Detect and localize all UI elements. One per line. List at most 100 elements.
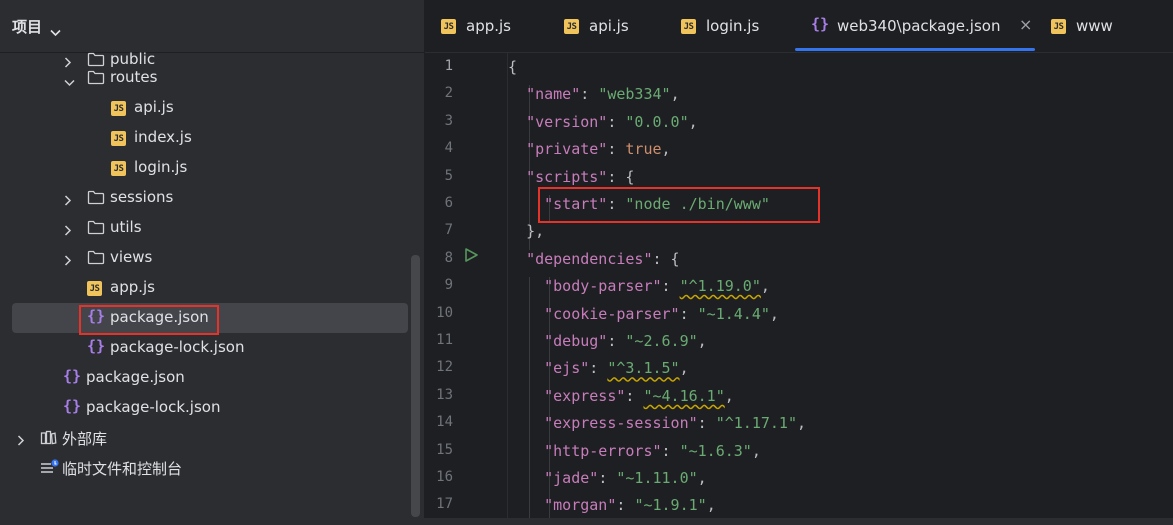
js-file-icon: JS	[111, 161, 126, 176]
line-number: 15	[436, 441, 453, 458]
project-tree-scrollbar[interactable]	[411, 255, 420, 517]
editor-tab[interactable]: JS login.js	[681, 0, 791, 52]
tree-item-label: index.js	[134, 128, 192, 146]
tree-item[interactable]: {} package-lock.json	[0, 333, 410, 363]
code-token: "http-errors"	[544, 441, 662, 460]
code-token: :	[607, 195, 626, 213]
code-token: : {	[607, 167, 635, 186]
line-number: 13	[436, 386, 453, 403]
tree-item[interactable]: 临时文件和控制台	[0, 453, 410, 483]
code-line: "jade": "~1.11.0",	[508, 469, 707, 487]
code-token: "web334"	[598, 85, 671, 104]
editor-tab[interactable]: JS app.js	[441, 0, 551, 52]
code-editor[interactable]: { "name": "web334", "version": "0.0.0", …	[507, 52, 1173, 524]
editor-tab[interactable]: JS api.js	[564, 0, 674, 52]
code-line: "dependencies": {	[508, 250, 680, 268]
tree-item[interactable]: 外部库	[0, 423, 410, 453]
code-token: {	[508, 58, 518, 76]
tree-item[interactable]: {} package-lock.json	[0, 393, 410, 423]
folder-icon	[87, 70, 105, 89]
line-number: 3	[444, 112, 453, 129]
line-number: 11	[436, 332, 453, 348]
library-icon	[40, 430, 57, 449]
line-number: 14	[436, 414, 453, 431]
code-token: ,	[679, 359, 689, 378]
code-line: "name": "web334",	[508, 85, 680, 103]
chevron-right-icon[interactable]	[64, 221, 72, 240]
code-token: ,	[724, 386, 734, 405]
status-bar	[0, 518, 1173, 525]
code-token: :	[616, 496, 635, 515]
tree-item-label: package-lock.json	[86, 398, 221, 416]
tree-item[interactable]: JS login.js	[0, 153, 410, 183]
tree-item[interactable]: utils	[0, 213, 410, 243]
code-line: "cookie-parser": "~1.4.4",	[508, 305, 779, 323]
code-line: "http-errors": "~1.6.3",	[508, 442, 761, 460]
editor-tab-label: api.js	[589, 17, 629, 35]
json-file-icon: {}	[87, 307, 106, 325]
code-token: "~2.6.9"	[625, 332, 698, 350]
tree-item-label: views	[110, 248, 153, 266]
json-file-icon: {}	[63, 367, 82, 385]
js-file-icon: JS	[111, 101, 126, 116]
code-token: "express-session"	[544, 414, 698, 433]
code-line: "version": "0.0.0",	[508, 113, 698, 131]
code-token: "start"	[544, 195, 608, 213]
code-token: "~1.6.3"	[679, 441, 752, 460]
chevron-right-icon[interactable]	[17, 431, 25, 450]
code-token: :	[607, 112, 626, 131]
code-token: :	[661, 441, 680, 460]
tree-item[interactable]: views	[0, 243, 410, 273]
code-token: :	[607, 140, 626, 159]
code-line: "body-parser": "^1.19.0",	[508, 277, 770, 295]
tree-item[interactable]: JS api.js	[0, 93, 410, 123]
tree-item-label: 临时文件和控制台	[62, 460, 183, 478]
code-token: "^1.17.1"	[715, 414, 797, 433]
editor-tab[interactable]: {} web340\package.json ×	[811, 0, 1041, 52]
code-token: ,	[760, 277, 770, 296]
line-number: 16	[436, 469, 453, 485]
json-file-icon: {}	[811, 15, 830, 33]
chevron-down-icon[interactable]	[50, 22, 61, 41]
chevron-right-icon[interactable]	[64, 251, 72, 270]
chevron-down-icon[interactable]	[64, 72, 75, 91]
editor-tab[interactable]: JS www	[1051, 0, 1161, 52]
json-file-icon: {}	[63, 397, 82, 415]
project-panel-title[interactable]: 项目	[12, 16, 42, 37]
code-token: :	[607, 332, 626, 350]
code-token: "~1.11.0"	[616, 469, 698, 487]
code-token: "cookie-parser"	[544, 304, 680, 323]
code-token: "jade"	[544, 469, 599, 487]
code-line: "debug": "~2.6.9",	[508, 332, 707, 350]
code-token: "debug"	[544, 332, 608, 350]
tree-item[interactable]: {} package.json	[12, 303, 408, 333]
code-token: :	[589, 359, 608, 378]
tree-item[interactable]: JS app.js	[0, 273, 410, 303]
tree-item-label: package-lock.json	[110, 338, 245, 356]
code-token: ,	[706, 496, 716, 515]
project-tree: public routes JS api.js JS index.js JS login.js…	[0, 52, 424, 518]
tree-item[interactable]: JS index.js	[0, 123, 410, 153]
tree-item[interactable]: sessions	[0, 183, 410, 213]
code-token: ,	[751, 441, 761, 460]
line-number: 10	[436, 304, 453, 321]
line-number: 9	[444, 277, 453, 294]
tree-item[interactable]: routes	[0, 63, 410, 93]
line-number: 2	[444, 85, 453, 102]
run-script-icon[interactable]	[463, 247, 479, 267]
chevron-right-icon[interactable]	[64, 191, 72, 210]
close-tab-icon[interactable]: ×	[1019, 15, 1032, 34]
tree-item-label: sessions	[110, 188, 174, 206]
line-number: 12	[436, 359, 453, 376]
code-token: "ejs"	[544, 359, 590, 378]
tree-item-label: utils	[110, 218, 142, 236]
tree-item[interactable]: {} package.json	[0, 363, 410, 393]
